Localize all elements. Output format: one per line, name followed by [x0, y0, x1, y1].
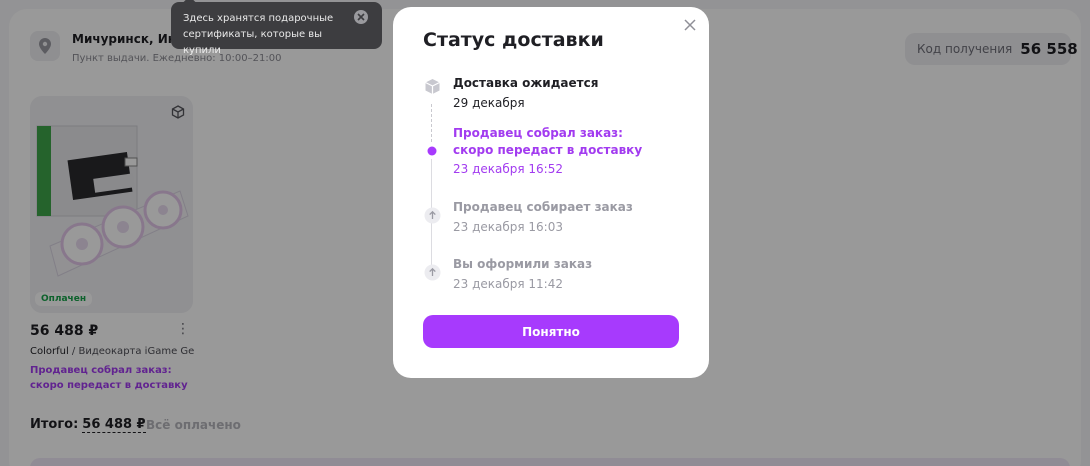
step-date: 29 декабря: [453, 96, 525, 110]
tooltip-text: Здесь хранятся подарочные сертификаты, к…: [183, 13, 334, 56]
timeline-connector: [431, 159, 432, 209]
step-date: 23 декабря 16:03: [453, 220, 563, 234]
timeline-connector: [431, 223, 432, 265]
step-date: 23 декабря 11:42: [453, 277, 563, 291]
step-title: Продавец собрал заказ: скоро передаст в …: [453, 126, 643, 157]
close-icon[interactable]: [682, 17, 698, 33]
package-icon: [423, 77, 441, 95]
tooltip-close-icon[interactable]: [354, 10, 368, 24]
current-step-dot-icon: [423, 142, 441, 160]
step-title: Доставка ожидается: [453, 76, 599, 90]
step-title: Продавец собирает заказ: [453, 200, 633, 214]
timeline-connector: [431, 104, 432, 142]
modal-title: Статус доставки: [423, 29, 604, 51]
ok-button[interactable]: Понятно: [423, 315, 679, 348]
gift-certificates-tooltip: Здесь хранятся подарочные сертификаты, к…: [171, 0, 382, 56]
step-date: 23 декабря 16:52: [453, 162, 563, 176]
arrow-up-icon: [423, 263, 441, 281]
step-title: Вы оформили заказ: [453, 257, 593, 271]
arrow-up-icon: [423, 206, 441, 224]
tooltip-arrow: [183, 0, 196, 9]
delivery-status-modal: Статус доставки Доставка ожидается 29 де…: [393, 7, 709, 378]
